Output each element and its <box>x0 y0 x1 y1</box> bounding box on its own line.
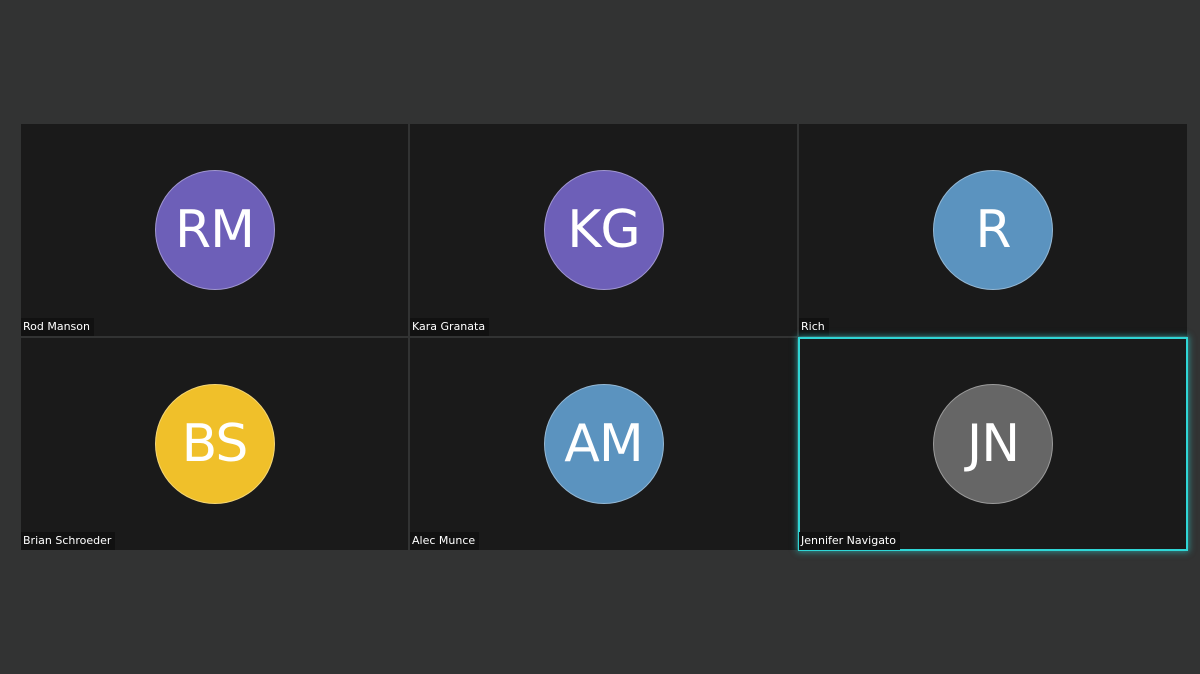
avatar-initials: BS <box>181 414 249 474</box>
avatar: RM <box>154 170 275 290</box>
participant-gallery: RM Rod Manson KG Kara Granata R Rich BS … <box>21 124 1188 552</box>
avatar: BS <box>154 384 275 504</box>
avatar-initials: AM <box>564 414 643 474</box>
participant-name-label: Rod Manson <box>21 318 94 336</box>
avatar-initials: R <box>975 200 1011 260</box>
participant-tile-brian-schroeder[interactable]: BS Brian Schroeder <box>21 338 408 550</box>
participant-name-label: Alec Munce <box>410 532 480 550</box>
avatar: JN <box>933 384 1053 504</box>
participant-tile-kara-granata[interactable]: KG Kara Granata <box>410 124 797 336</box>
participant-tile-jennifer-navigato[interactable]: JN Jennifer Navigato <box>798 337 1188 551</box>
avatar: R <box>933 170 1053 290</box>
avatar: AM <box>543 384 664 504</box>
avatar-initials: RM <box>175 200 255 260</box>
participant-name-label: Brian Schroeder <box>21 532 116 550</box>
avatar-initials: KG <box>567 200 640 260</box>
participant-name-label: Rich <box>799 318 829 336</box>
participant-tile-rod-manson[interactable]: RM Rod Manson <box>21 124 408 336</box>
participant-tile-alec-munce[interactable]: AM Alec Munce <box>410 338 797 550</box>
participant-name-label: Jennifer Navigato <box>799 532 900 550</box>
avatar: KG <box>543 170 664 290</box>
participant-name-label: Kara Granata <box>410 318 490 336</box>
avatar-initials: JN <box>966 414 1020 474</box>
participant-tile-rich[interactable]: R Rich <box>799 124 1187 336</box>
video-meeting-stage: RM Rod Manson KG Kara Granata R Rich BS … <box>0 0 1200 674</box>
